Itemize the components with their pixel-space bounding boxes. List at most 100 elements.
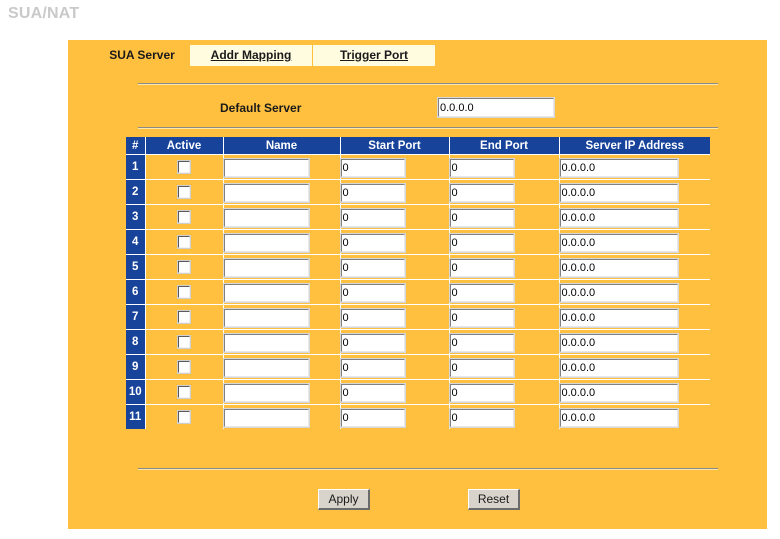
end-port-input[interactable] xyxy=(448,407,515,428)
active-cell xyxy=(145,204,224,230)
name-input[interactable] xyxy=(222,307,310,328)
server-ip-cell xyxy=(558,154,710,180)
table-row: 3 xyxy=(126,204,710,230)
start-port-input[interactable] xyxy=(339,182,406,203)
start-port-input[interactable] xyxy=(339,257,406,278)
name-cell xyxy=(222,379,341,405)
row-index: 4 xyxy=(126,229,146,255)
row-index: 5 xyxy=(126,254,146,280)
server-ip-input[interactable] xyxy=(558,232,679,253)
table-row: 8 xyxy=(126,329,710,355)
end-port-input[interactable] xyxy=(448,257,515,278)
tab-bar: SUA Server Addr Mapping Trigger Port xyxy=(68,45,767,66)
active-checkbox[interactable] xyxy=(177,334,191,349)
end-port-input[interactable] xyxy=(448,332,515,353)
table-row: 10 xyxy=(126,379,710,405)
start-port-cell xyxy=(339,404,450,429)
server-ip-input[interactable] xyxy=(558,207,679,228)
server-ip-cell xyxy=(558,329,710,355)
start-port-cell xyxy=(339,179,450,205)
end-port-input[interactable] xyxy=(448,282,515,303)
server-ip-cell xyxy=(558,279,710,305)
start-port-cell xyxy=(339,279,450,305)
server-ip-input[interactable] xyxy=(558,307,679,328)
server-ip-input[interactable] xyxy=(558,382,679,403)
name-cell xyxy=(222,404,341,429)
name-input[interactable] xyxy=(222,407,310,428)
active-checkbox[interactable] xyxy=(177,159,191,174)
column-header-active: Active xyxy=(145,137,224,155)
end-port-input[interactable] xyxy=(448,307,515,328)
server-ip-input[interactable] xyxy=(558,182,679,203)
active-checkbox[interactable] xyxy=(177,309,191,324)
table-row: 1 xyxy=(126,154,710,180)
name-input[interactable] xyxy=(222,207,310,228)
active-cell xyxy=(145,329,224,355)
start-port-input[interactable] xyxy=(339,232,406,253)
active-checkbox[interactable] xyxy=(177,409,191,424)
start-port-input[interactable] xyxy=(339,207,406,228)
start-port-input[interactable] xyxy=(339,157,406,178)
start-port-input[interactable] xyxy=(339,407,406,428)
name-input[interactable] xyxy=(222,257,310,278)
sua-server-table: # Active Name Start Port End Port Server… xyxy=(126,137,710,429)
server-ip-input[interactable] xyxy=(558,332,679,353)
active-checkbox[interactable] xyxy=(177,259,191,274)
name-input[interactable] xyxy=(222,382,310,403)
name-input[interactable] xyxy=(222,232,310,253)
column-header-index: # xyxy=(126,137,146,155)
tab-addr-mapping[interactable]: Addr Mapping xyxy=(190,45,312,66)
start-port-input[interactable] xyxy=(339,332,406,353)
end-port-cell xyxy=(448,204,560,230)
tab-sua-server[interactable]: SUA Server xyxy=(86,45,198,66)
end-port-input[interactable] xyxy=(448,232,515,253)
apply-button[interactable]: Apply xyxy=(318,489,370,510)
end-port-cell xyxy=(448,404,560,429)
active-cell xyxy=(145,404,224,429)
active-checkbox[interactable] xyxy=(177,209,191,224)
server-ip-input[interactable] xyxy=(558,257,679,278)
table-row: 11 xyxy=(126,404,710,429)
end-port-cell xyxy=(448,354,560,380)
tab-trigger-port[interactable]: Trigger Port xyxy=(313,45,435,66)
column-header-end-port: End Port xyxy=(449,137,560,155)
active-cell xyxy=(145,379,224,405)
active-checkbox[interactable] xyxy=(177,184,191,199)
table-header-row: # Active Name Start Port End Port Server… xyxy=(126,137,710,155)
name-input[interactable] xyxy=(222,157,310,178)
active-checkbox[interactable] xyxy=(177,284,191,299)
server-ip-cell xyxy=(558,254,710,280)
end-port-input[interactable] xyxy=(448,357,515,378)
start-port-cell xyxy=(339,354,450,380)
start-port-cell xyxy=(339,304,450,330)
name-input[interactable] xyxy=(222,182,310,203)
end-port-input[interactable] xyxy=(448,382,515,403)
start-port-input[interactable] xyxy=(339,357,406,378)
server-ip-cell xyxy=(558,179,710,205)
active-checkbox[interactable] xyxy=(177,384,191,399)
active-checkbox[interactable] xyxy=(177,234,191,249)
active-checkbox[interactable] xyxy=(177,359,191,374)
server-ip-input[interactable] xyxy=(558,357,679,378)
server-ip-input[interactable] xyxy=(558,157,679,178)
table-row: 4 xyxy=(126,229,710,255)
divider-middle xyxy=(138,127,718,129)
name-input[interactable] xyxy=(222,357,310,378)
end-port-input[interactable] xyxy=(448,157,515,178)
server-ip-input[interactable] xyxy=(558,407,679,428)
tab-trigger-port-label: Trigger Port xyxy=(339,48,408,62)
active-cell xyxy=(145,254,224,280)
server-ip-input[interactable] xyxy=(558,282,679,303)
default-server-input[interactable] xyxy=(437,97,555,118)
end-port-input[interactable] xyxy=(448,182,515,203)
name-input[interactable] xyxy=(222,332,310,353)
reset-button[interactable]: Reset xyxy=(468,489,520,510)
end-port-input[interactable] xyxy=(448,207,515,228)
divider-top xyxy=(138,83,718,85)
server-ip-cell xyxy=(558,229,710,255)
start-port-input[interactable] xyxy=(339,282,406,303)
start-port-input[interactable] xyxy=(339,307,406,328)
row-index: 6 xyxy=(126,279,146,305)
start-port-input[interactable] xyxy=(339,382,406,403)
name-input[interactable] xyxy=(222,282,310,303)
